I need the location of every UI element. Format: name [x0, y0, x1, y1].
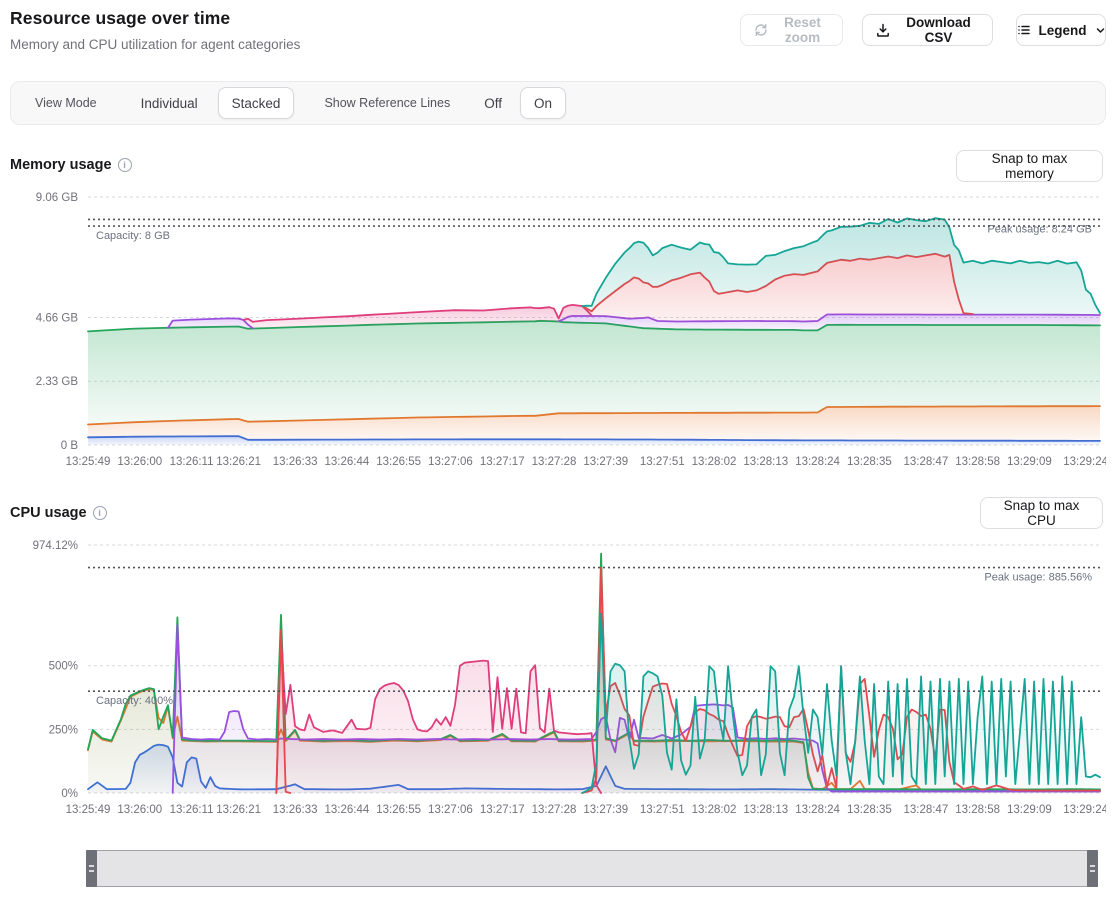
cpu-title-text: CPU usage	[10, 505, 87, 521]
x-tick-label: 13:26:11	[170, 456, 214, 468]
reset-zoom-button[interactable]: Reset zoom	[740, 14, 843, 46]
x-tick-label: 13:28:58	[955, 456, 1000, 468]
y-tick-label: 9.06 GB	[36, 192, 79, 204]
memory-title-text: Memory usage	[10, 157, 112, 173]
reset-zoom-label: Reset zoom	[776, 15, 829, 45]
x-tick-label: 13:26:55	[376, 804, 421, 816]
x-tick-label: 13:27:51	[640, 456, 685, 468]
memory-usage-chart[interactable]: 9.06 GB 4.66 GB 2.33 GB 0 B 13:25:49 13:26:00…	[10, 185, 1106, 477]
x-tick-label: 13:25:49	[66, 456, 111, 468]
x-tick-label: 13:26:33	[273, 804, 318, 816]
chevron-down-icon	[1095, 25, 1106, 36]
page-subtitle: Memory and CPU utilization for agent cat…	[10, 37, 300, 52]
y-tick-label: 0%	[61, 788, 78, 800]
x-tick-label: 13:25:49	[66, 804, 111, 816]
brush-handle-right[interactable]	[1087, 850, 1098, 887]
x-tick-label: 13:27:39	[583, 804, 628, 816]
x-tick-label: 13:28:24	[795, 804, 840, 816]
y-tick-label: 0 B	[61, 440, 79, 452]
view-mode-stacked[interactable]: Stacked	[218, 87, 295, 119]
reference-line-label: Peak usage: 885.56%	[984, 572, 1092, 584]
x-tick-label: 13:28:35	[847, 456, 892, 468]
download-csv-button[interactable]: Download CSV	[862, 14, 993, 46]
y-tick-label: 2.33 GB	[36, 376, 79, 388]
brush-handle-left[interactable]	[86, 850, 97, 887]
reference-lines-label: Show Reference Lines	[324, 96, 450, 110]
x-tick-label: 13:26:21	[216, 456, 261, 468]
reference-lines-off[interactable]: Off	[470, 87, 516, 119]
snap-max-memory-button[interactable]: Snap to max memory	[956, 150, 1103, 182]
x-tick-label: 13:28:24	[795, 456, 840, 468]
x-tick-label: 13:26:00	[117, 804, 162, 816]
x-tick-label: 13:27:17	[480, 804, 525, 816]
x-tick-label: 13:26:33	[273, 456, 318, 468]
series-areas	[88, 218, 1100, 445]
chart-controls-bar: View Mode Individual Stacked Show Refere…	[10, 81, 1106, 125]
y-tick-label: 4.66 GB	[36, 312, 79, 324]
x-tick-label: 13:27:39	[583, 456, 628, 468]
x-tick-label: 13:27:06	[428, 456, 473, 468]
download-csv-label: Download CSV	[898, 15, 979, 45]
reference-line-label: Capacity: 400%	[96, 695, 173, 707]
x-tick-label: 13:28:47	[903, 804, 948, 816]
memory-info-icon[interactable]: i	[118, 158, 132, 172]
cpu-usage-chart[interactable]: 974.12% 500% 250% 0% 13:25:49 13:26:00 13:26:1…	[10, 533, 1106, 825]
legend-button[interactable]: Legend	[1016, 14, 1106, 46]
download-icon	[876, 23, 890, 37]
reference-lines-on[interactable]: On	[520, 87, 566, 119]
memory-section-title: Memory usage i	[10, 157, 132, 173]
x-tick-label: 13:28:02	[692, 456, 737, 468]
y-tick-label: 974.12%	[33, 540, 78, 552]
x-tick-label: 13:29:09	[1007, 456, 1052, 468]
x-tick-label: 13:29:24	[1063, 456, 1106, 468]
x-tick-label: 13:27:28	[532, 804, 577, 816]
x-tick-label: 13:29:09	[1007, 804, 1052, 816]
legend-list-icon	[1017, 23, 1031, 37]
cpu-info-icon[interactable]: i	[93, 506, 107, 520]
x-tick-label: 13:26:44	[325, 804, 370, 816]
x-tick-label: 13:26:55	[376, 456, 421, 468]
reference-line-label: Capacity: 8 GB	[96, 230, 170, 242]
x-tick-label: 13:28:35	[847, 804, 892, 816]
x-tick-label: 13:27:51	[640, 804, 685, 816]
cpu-section-title: CPU usage i	[10, 505, 107, 521]
x-axis-labels: 13:25:49 13:26:00 13:26:1113:26:21 13:26:33…	[66, 804, 1106, 816]
x-tick-label: 13:26:21	[216, 804, 261, 816]
view-mode-individual[interactable]: Individual	[127, 87, 212, 119]
dashboard-page: Resource usage over time Memory and CPU …	[0, 0, 1116, 906]
refresh-icon	[754, 23, 768, 37]
x-tick-label: 13:26:44	[325, 456, 370, 468]
x-tick-label: 13:28:13	[743, 456, 788, 468]
x-tick-label: 13:27:06	[428, 804, 473, 816]
x-tick-label: 13:28:02	[692, 804, 737, 816]
legend-label: Legend	[1039, 23, 1087, 38]
x-tick-label: 13:27:17	[480, 456, 525, 468]
series-areas	[88, 554, 1100, 793]
view-mode-label: View Mode	[35, 96, 97, 110]
x-axis-labels: 13:25:49 13:26:00 13:26:1113:26:21 13:26:33…	[66, 456, 1106, 468]
x-tick-label: 13:29:24	[1063, 804, 1106, 816]
reference-lines: Peak usage: 885.56% Capacity: 400%	[88, 568, 1100, 708]
x-tick-label: 13:28:13	[743, 804, 788, 816]
time-range-brush[interactable]	[86, 850, 1098, 887]
x-tick-label: 13:28:58	[955, 804, 1000, 816]
y-tick-label: 250%	[49, 724, 78, 736]
x-tick-label: 13:26:00	[117, 456, 162, 468]
x-tick-label: 13:27:28	[532, 456, 577, 468]
x-tick-label: 13:28:47	[903, 456, 948, 468]
y-tick-label: 500%	[49, 661, 78, 673]
x-tick-label: 13:26:11	[170, 804, 214, 816]
page-title: Resource usage over time	[10, 8, 230, 29]
snap-max-cpu-button[interactable]: Snap to max CPU	[980, 497, 1103, 529]
